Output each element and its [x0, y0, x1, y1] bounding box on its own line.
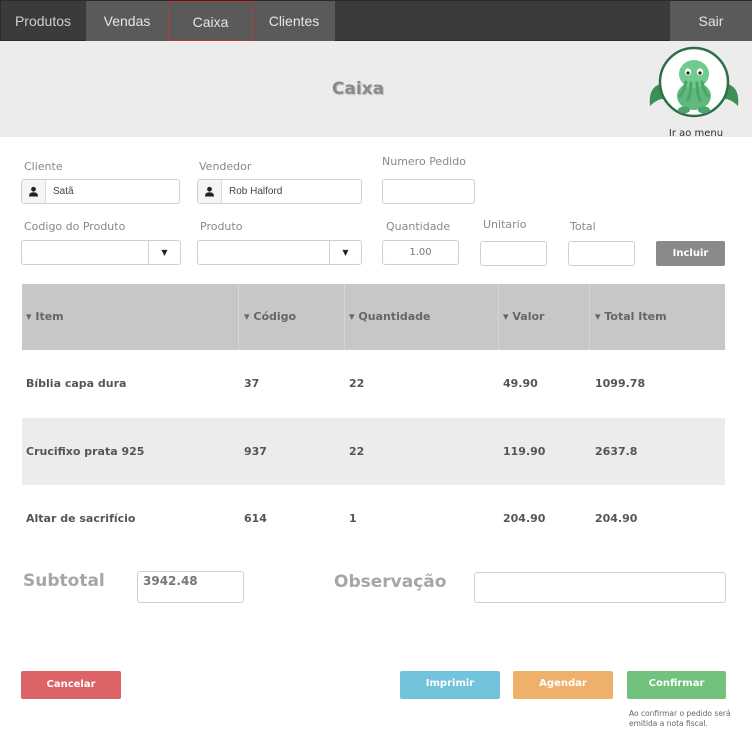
col-total-item-header[interactable]: ▾ Total Item: [595, 284, 667, 350]
col-item-label: Item: [35, 310, 64, 323]
confirm-note: Ao confirmar o pedido será emitida a not…: [629, 709, 731, 728]
vendedor-field[interactable]: Rob Halford: [197, 179, 362, 204]
chevron-down-icon: ▼: [329, 241, 361, 264]
cell-codigo: 937: [244, 444, 267, 458]
cell-quantidade: 22: [349, 444, 365, 458]
sort-icon: ▾: [503, 310, 509, 323]
col-item-header[interactable]: ▾ Item: [26, 284, 64, 350]
cell-quantidade: 22: [349, 377, 365, 390]
numero-pedido-label: Numero Pedido: [382, 155, 466, 168]
sort-icon: ▾: [26, 310, 32, 323]
observacao-label: Observação: [334, 572, 447, 592]
col-quantidade-header[interactable]: ▾ Quantidade: [349, 284, 430, 350]
tab-produtos[interactable]: Produtos: [1, 1, 85, 41]
cell-valor: 49.90: [503, 377, 538, 390]
page-header: Caixa Ir ao menu: [0, 41, 752, 139]
top-navbar: Produtos Vendas Caixa Clientes Sair: [0, 0, 752, 41]
col-codigo-header[interactable]: ▾ Código: [244, 284, 296, 350]
vendedor-label: Vendedor: [199, 160, 252, 173]
quantidade-label: Quantidade: [386, 220, 451, 233]
cliente-field[interactable]: Satã: [21, 179, 180, 204]
col-valor-header[interactable]: ▾ Valor: [503, 284, 544, 350]
page-title: Caixa: [331, 79, 385, 99]
user-icon: [198, 180, 222, 203]
cliente-label: Cliente: [24, 160, 63, 173]
cell-item: Altar de sacrifício: [26, 512, 136, 525]
quantidade-input[interactable]: 1.00: [382, 240, 459, 265]
imprimir-button[interactable]: Imprimir: [400, 671, 500, 699]
table-row[interactable]: Crucifixo prata 925 937 22 119.90 2637.8: [22, 417, 725, 485]
sort-icon: ▾: [349, 310, 355, 323]
quantidade-value: 1.00: [409, 247, 432, 258]
tab-caixa[interactable]: Caixa: [168, 1, 253, 41]
observacao-input[interactable]: [474, 572, 726, 603]
column-divider: [238, 284, 239, 350]
numero-pedido-input[interactable]: [382, 179, 475, 204]
subtotal-field[interactable]: 3942.48: [137, 571, 244, 603]
col-quantidade-label: Quantidade: [358, 310, 431, 323]
incluir-button[interactable]: Incluir: [656, 241, 725, 266]
col-codigo-label: Código: [253, 310, 297, 323]
chevron-down-icon: ▼: [148, 241, 180, 264]
codigo-produto-label: Codigo do Produto: [24, 220, 126, 233]
subtotal-label: Subtotal: [23, 571, 105, 591]
produto-label: Produto: [200, 220, 243, 233]
logout-button[interactable]: Sair: [670, 1, 752, 41]
col-valor-label: Valor: [512, 310, 545, 323]
cthulhu-logo-icon[interactable]: [646, 44, 742, 128]
cell-valor: 119.90: [503, 444, 546, 458]
cell-item: Bíblia capa dura: [26, 377, 127, 390]
unitario-input[interactable]: [480, 241, 547, 266]
col-total-item-label: Total Item: [604, 310, 667, 323]
column-divider: [344, 284, 345, 350]
cell-valor: 204.90: [503, 512, 546, 525]
cell-quantidade: 1: [349, 512, 357, 525]
sort-icon: ▾: [595, 310, 601, 323]
unitario-label: Unitario: [483, 218, 527, 231]
cell-item: Crucifixo prata 925: [26, 444, 145, 458]
cell-total-item: 1099.78: [595, 377, 646, 390]
items-table: ▾ Item ▾ Código ▾ Quantidade ▾ Valor ▾ T…: [22, 284, 725, 553]
table-row[interactable]: Altar de sacrifício 614 1 204.90 204.90: [22, 485, 725, 553]
tab-clientes[interactable]: Clientes: [253, 1, 335, 41]
cell-codigo: 614: [244, 512, 267, 525]
agendar-button[interactable]: Agendar: [513, 671, 613, 699]
menu-link[interactable]: Ir ao menu: [650, 128, 742, 139]
table-row[interactable]: Bíblia capa dura 37 22 49.90 1099.78: [22, 350, 725, 418]
produto-select[interactable]: ▼: [197, 240, 362, 265]
confirmar-button[interactable]: Confirmar: [627, 671, 726, 699]
cell-codigo: 37: [244, 377, 260, 390]
column-divider: [498, 284, 499, 350]
sort-icon: ▾: [244, 310, 250, 323]
cell-total-item: 2637.8: [595, 444, 638, 458]
subtotal-value: 3942.48: [143, 574, 198, 588]
total-input[interactable]: [568, 241, 635, 266]
cliente-value: Satã: [53, 186, 74, 197]
user-icon: [22, 180, 46, 203]
cancelar-button[interactable]: Cancelar: [21, 671, 121, 699]
tab-vendas[interactable]: Vendas: [86, 1, 168, 41]
cell-total-item: 204.90: [595, 512, 638, 525]
column-divider: [589, 284, 590, 350]
total-label: Total: [570, 220, 596, 233]
table-header: ▾ Item ▾ Código ▾ Quantidade ▾ Valor ▾ T…: [22, 284, 725, 350]
codigo-produto-select[interactable]: ▼: [21, 240, 181, 265]
vendedor-value: Rob Halford: [229, 186, 283, 197]
